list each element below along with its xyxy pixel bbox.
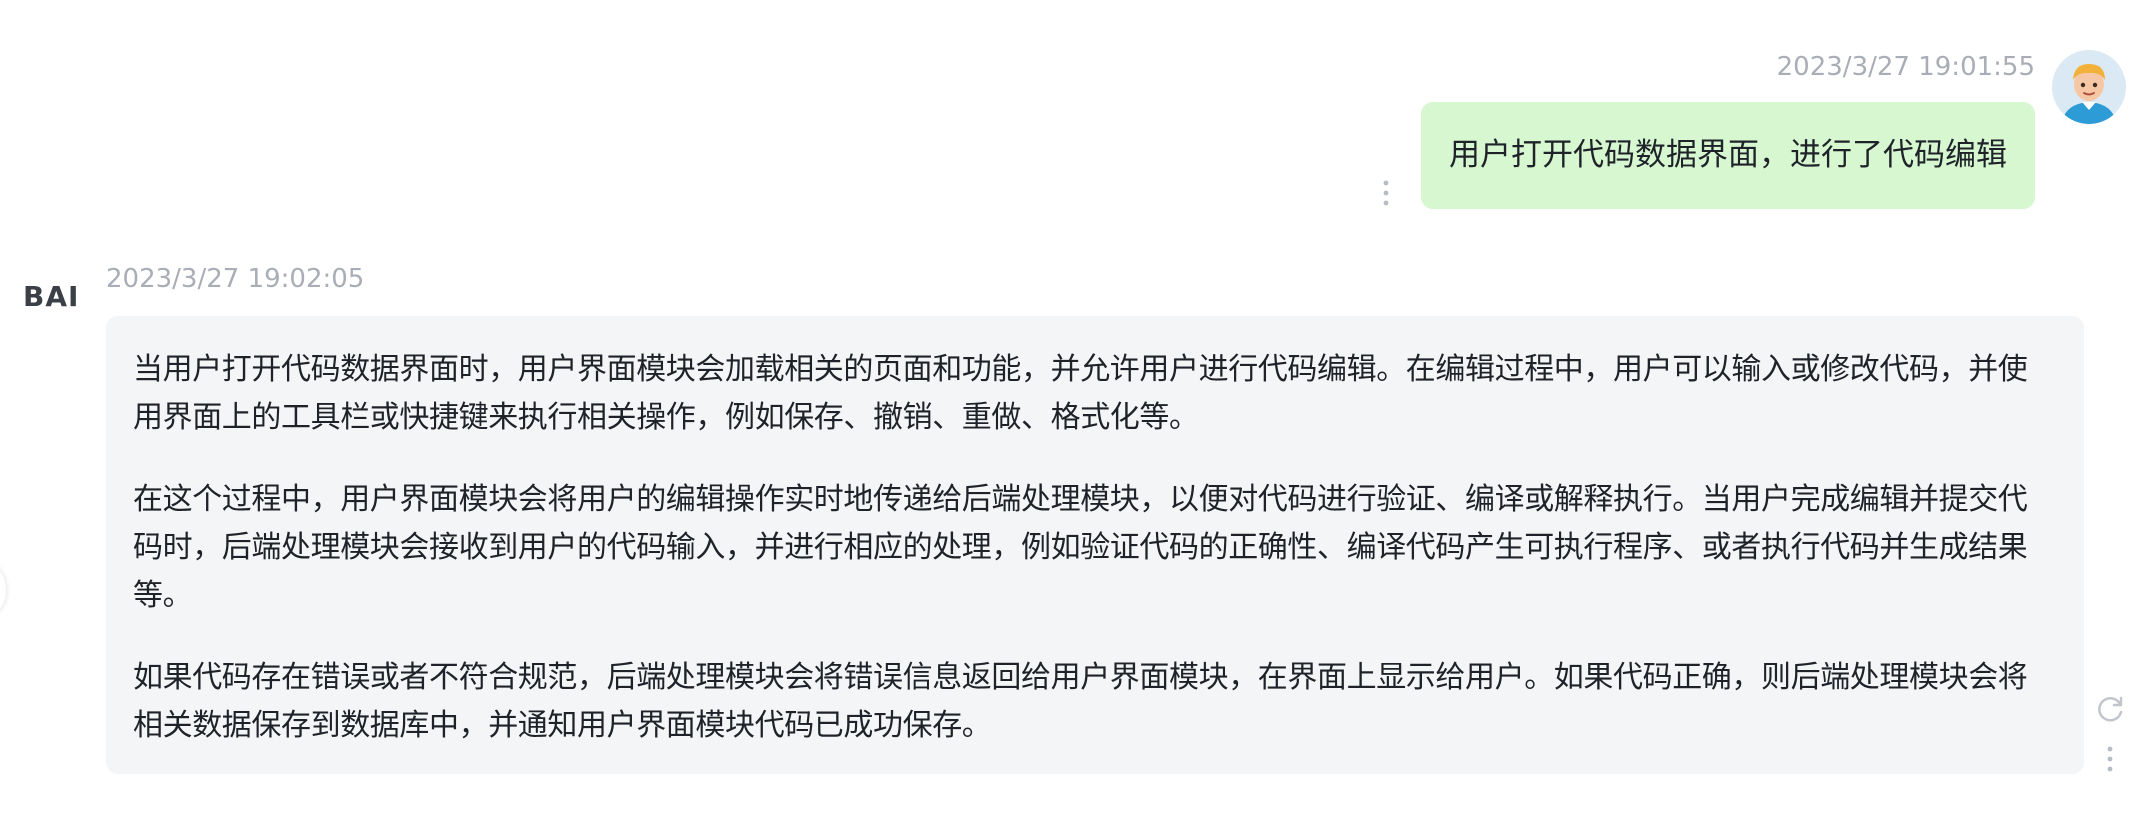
user-avatar-icon[interactable] — [2052, 50, 2126, 124]
bot-message-bubble: 当用户打开代码数据界面时，用户界面模块会加载相关的页面和功能，并允许用户进行代码… — [106, 316, 2084, 774]
more-vertical-icon[interactable] — [2106, 744, 2114, 774]
bot-logo: BAI — [23, 280, 83, 313]
refresh-icon[interactable] — [2096, 694, 2126, 724]
bot-message-paragraph: 如果代码存在错误或者不符合规范，后端处理模块会将错误信息返回给用户界面模块，在界… — [133, 660, 2028, 743]
user-message-bubble: 用户打开代码数据界面，进行了代码编辑 — [1421, 102, 2035, 209]
chat-page: 2023/3/27 19:01:55 用户打开代码数据界面，进行了代码编辑 BA… — [0, 0, 2144, 813]
user-message-text: 用户打开代码数据界面，进行了代码编辑 — [1449, 137, 2007, 173]
bot-message-paragraph: 当用户打开代码数据界面时，用户界面模块会加载相关的页面和功能，并允许用户进行代码… — [133, 352, 2028, 435]
user-message-timestamp: 2023/3/27 19:01:55 — [1776, 52, 2035, 82]
bot-message-paragraph: 在这个过程中，用户界面模块会将用户的编辑操作实时地传递给后端处理模块，以便对代码… — [133, 482, 2028, 613]
bot-logo-text: BAI — [23, 281, 79, 311]
bot-message-timestamp: 2023/3/27 19:02:05 — [106, 264, 365, 294]
side-panel-handle[interactable] — [0, 566, 6, 614]
more-vertical-icon[interactable] — [1382, 178, 1390, 208]
